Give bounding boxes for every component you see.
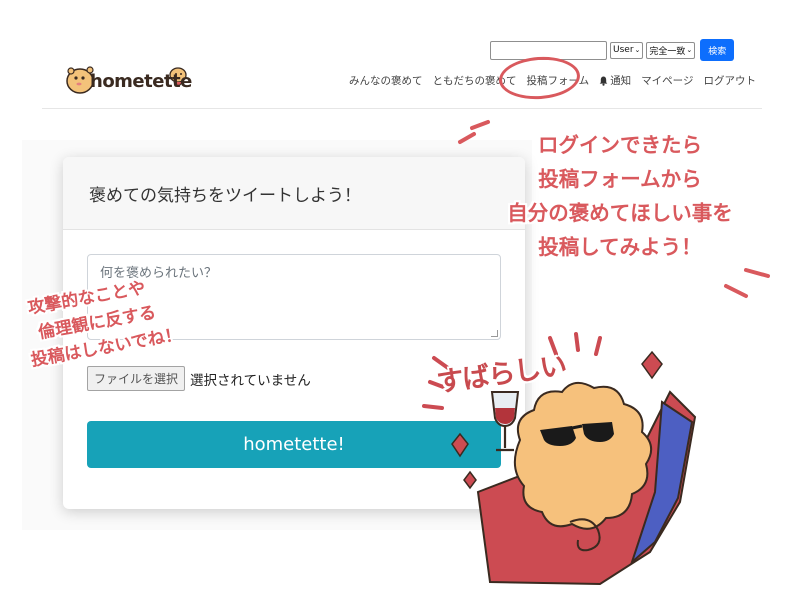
search-type-value: User [613,45,634,55]
search-type-select[interactable]: User ⌄ [610,41,644,59]
file-status: 選択されていません [190,372,311,389]
callout-line: 投稿してみよう！ [538,235,702,259]
callout-line: 自分の褒めてほしい事を [507,201,733,225]
search-match-value: 完全一致 [649,46,686,57]
instruction-callout: ログインできたら 投稿フォームから 自分の褒めてほしい事を 投稿してみよう！ [460,128,780,264]
callout-line: 投稿フォームから [538,167,702,191]
file-select-button[interactable]: ファイルを選択 [87,366,186,391]
nav-notifications[interactable]: 通知 [599,73,631,88]
chevron-down-icon: ⌄ [686,46,693,54]
card-title: 褒めての気持ちをツイートしよう！ [63,157,525,230]
header-divider [42,108,762,109]
nav-logout[interactable]: ログアウト [703,73,756,88]
logo[interactable]: hometette [66,62,192,102]
highlight-circle [497,54,582,102]
chevron-down-icon: ⌄ [634,46,641,54]
nav-everyone[interactable]: みんなの褒めて [349,73,423,88]
search-button[interactable]: 検索 [700,39,735,61]
nav-mypage[interactable]: マイページ [641,73,693,88]
callout-line: ログインできたら [538,133,702,157]
bell-icon [599,76,608,86]
nav-notifications-label: 通知 [610,75,632,87]
search-match-select[interactable]: 完全一致 ⌄ [646,41,696,59]
emphasis-marks-icon [724,268,770,298]
logo-text: hometette [90,71,192,92]
file-input-row: ファイルを選択 選択されていません [87,366,311,391]
